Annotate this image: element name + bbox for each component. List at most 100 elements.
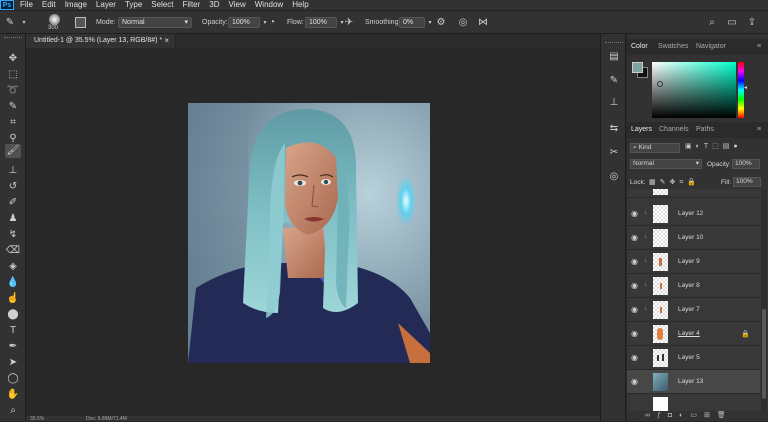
- adjustment-filter-icon[interactable]: ◐: [696, 143, 704, 150]
- gear-icon[interactable]: ⚙: [435, 17, 447, 29]
- layer-row-selected[interactable]: ◉ Layer 13: [627, 370, 760, 394]
- shape-filter-icon[interactable]: ⬚: [712, 143, 723, 150]
- eraser-tool-icon[interactable]: ⌫: [5, 244, 21, 258]
- close-icon[interactable]: ×: [164, 34, 169, 48]
- lock-image-icon[interactable]: ✎: [660, 179, 670, 186]
- color-picker-cursor[interactable]: [657, 81, 663, 87]
- menu-view[interactable]: View: [229, 0, 246, 10]
- layer-row[interactable]: ◉ ↓ Layer 8: [627, 274, 760, 298]
- fx-icon[interactable]: ƒ: [657, 412, 668, 419]
- flow-field[interactable]: 100%: [305, 17, 337, 28]
- eye-icon[interactable]: ◉: [631, 209, 640, 218]
- tab-swatches[interactable]: Swatches: [658, 43, 688, 50]
- panel-menu-icon[interactable]: ≡: [757, 126, 761, 133]
- layer-row[interactable]: [627, 394, 760, 411]
- menu-type[interactable]: Type: [125, 0, 142, 10]
- search-icon[interactable]: ⌕: [706, 17, 718, 29]
- tab-channels[interactable]: Channels: [659, 126, 689, 133]
- tab-navigator[interactable]: Navigator: [696, 43, 726, 50]
- eye-icon[interactable]: ◉: [631, 377, 640, 386]
- path-select-tool-icon[interactable]: ➤: [5, 356, 21, 370]
- share-icon[interactable]: ⇪: [746, 17, 758, 29]
- lasso-tool-icon[interactable]: ➰: [5, 84, 21, 98]
- stamp-tool-icon[interactable]: ♟: [5, 212, 21, 226]
- layer-name[interactable]: Layer 4: [678, 330, 700, 337]
- type-tool-icon[interactable]: T: [5, 324, 21, 338]
- quick-select-tool-icon[interactable]: ✎: [5, 100, 21, 114]
- marquee-tool-icon[interactable]: ⬚: [5, 68, 21, 82]
- eye-icon[interactable]: ◉: [631, 257, 640, 266]
- add-mask-icon[interactable]: ◘: [668, 412, 679, 419]
- lock-position-icon[interactable]: ✥: [670, 179, 680, 186]
- pressure-size-icon[interactable]: ◎: [457, 17, 469, 29]
- menu-layer[interactable]: Layer: [96, 0, 116, 10]
- mode-select[interactable]: Normal ▾: [118, 17, 192, 28]
- lock-transparent-icon[interactable]: ▦: [649, 179, 660, 186]
- layer-name[interactable]: Layer 7: [678, 306, 700, 313]
- pressure-opacity-icon[interactable]: ◔: [266, 17, 278, 29]
- clone-stamp-tool-icon[interactable]: ⊥: [5, 164, 21, 178]
- workspace-icon[interactable]: ▭: [726, 17, 738, 29]
- layer-list-scrollbar[interactable]: [761, 189, 767, 411]
- layer-name[interactable]: Layer 10: [678, 234, 703, 241]
- paths-panel-icon[interactable]: ◎: [607, 170, 621, 184]
- layer-row[interactable]: ◉ Layer 4 🔒: [627, 322, 760, 346]
- document-canvas[interactable]: [188, 103, 430, 363]
- menu-help[interactable]: Help: [292, 0, 308, 10]
- menu-file[interactable]: File: [20, 0, 33, 10]
- foreground-color-swatch[interactable]: [632, 62, 643, 73]
- layer-row[interactable]: ◉ ↓ Layer 12: [627, 202, 760, 226]
- layer-row[interactable]: ◉ ↓ Layer 10: [627, 226, 760, 250]
- history-panel-icon[interactable]: ▤: [607, 50, 621, 64]
- eye-icon[interactable]: ◉: [631, 233, 640, 242]
- menu-select[interactable]: Select: [151, 0, 173, 10]
- layer-name[interactable]: Layer 13: [678, 378, 703, 385]
- brush-tool-icon[interactable]: 🖌: [5, 144, 21, 158]
- pen-tool-icon[interactable]: ✒: [5, 340, 21, 354]
- panel-menu-icon[interactable]: ≡: [757, 43, 761, 50]
- smudge-tool-icon[interactable]: ☝: [5, 292, 21, 306]
- eye-icon[interactable]: ◉: [631, 305, 640, 314]
- document-tab[interactable]: Untitled-1 @ 35.5% (Layer 13, RGB/8#) * …: [26, 34, 176, 48]
- brush-preset-picker[interactable]: 300: [44, 14, 66, 34]
- mixer-brush-tool-icon[interactable]: ✐: [5, 196, 21, 210]
- layer-row[interactable]: [627, 189, 760, 198]
- layer-row[interactable]: ◉ ↓ Layer 9: [627, 250, 760, 274]
- layer-filter-select[interactable]: ⌕ Kind: [630, 143, 680, 153]
- eye-icon[interactable]: ◉: [631, 329, 640, 338]
- layer-name[interactable]: Layer 5: [678, 354, 700, 361]
- color-picker-field[interactable]: [652, 62, 736, 118]
- menu-edit[interactable]: Edit: [42, 0, 56, 10]
- scrollbar-thumb[interactable]: [762, 309, 766, 399]
- symmetry-icon[interactable]: ⋈: [477, 17, 489, 29]
- layer-row[interactable]: ◉ ↓ Layer 7: [627, 298, 760, 322]
- tab-paths[interactable]: Paths: [696, 126, 714, 133]
- document-info[interactable]: Doc: 9.89M/71.4M: [86, 416, 127, 422]
- brush-tool-icon[interactable]: ✎: [4, 17, 16, 29]
- fill-field[interactable]: 100%: [733, 177, 761, 187]
- layer-name[interactable]: Layer 12: [678, 210, 703, 217]
- dropdown-arrow-icon[interactable]: ▾: [18, 17, 30, 29]
- adjustment-layer-icon[interactable]: ◐: [679, 412, 690, 419]
- opacity-field[interactable]: 100%: [228, 17, 260, 28]
- history-brush-tool-icon[interactable]: ↺: [5, 180, 21, 194]
- type-filter-icon[interactable]: T: [704, 143, 712, 150]
- layer-name[interactable]: Layer 9: [678, 258, 700, 265]
- new-layer-icon[interactable]: ⊞: [704, 412, 717, 419]
- blend-mode-select[interactable]: Normal ▾: [630, 159, 702, 169]
- trash-icon[interactable]: 🗑: [717, 412, 733, 419]
- toolbar-grip[interactable]: [4, 37, 22, 40]
- eye-icon[interactable]: ◉: [631, 281, 640, 290]
- art-history-tool-icon[interactable]: ↯: [5, 228, 21, 242]
- layer-name[interactable]: Layer 8: [678, 282, 700, 289]
- blur-tool-icon[interactable]: 💧: [5, 276, 21, 290]
- menu-image[interactable]: Image: [65, 0, 87, 10]
- eye-icon[interactable]: ◉: [631, 353, 640, 362]
- zoom-tool-icon[interactable]: ⌕: [5, 404, 21, 418]
- tab-layers[interactable]: Layers: [631, 126, 652, 133]
- ellipse-tool-icon[interactable]: ◯: [5, 372, 21, 386]
- smart-object-filter-icon[interactable]: ▤: [723, 143, 734, 150]
- menu-filter[interactable]: Filter: [183, 0, 201, 10]
- menu-3d[interactable]: 3D: [209, 0, 219, 10]
- adjustments-panel-icon[interactable]: ⇆: [607, 122, 621, 136]
